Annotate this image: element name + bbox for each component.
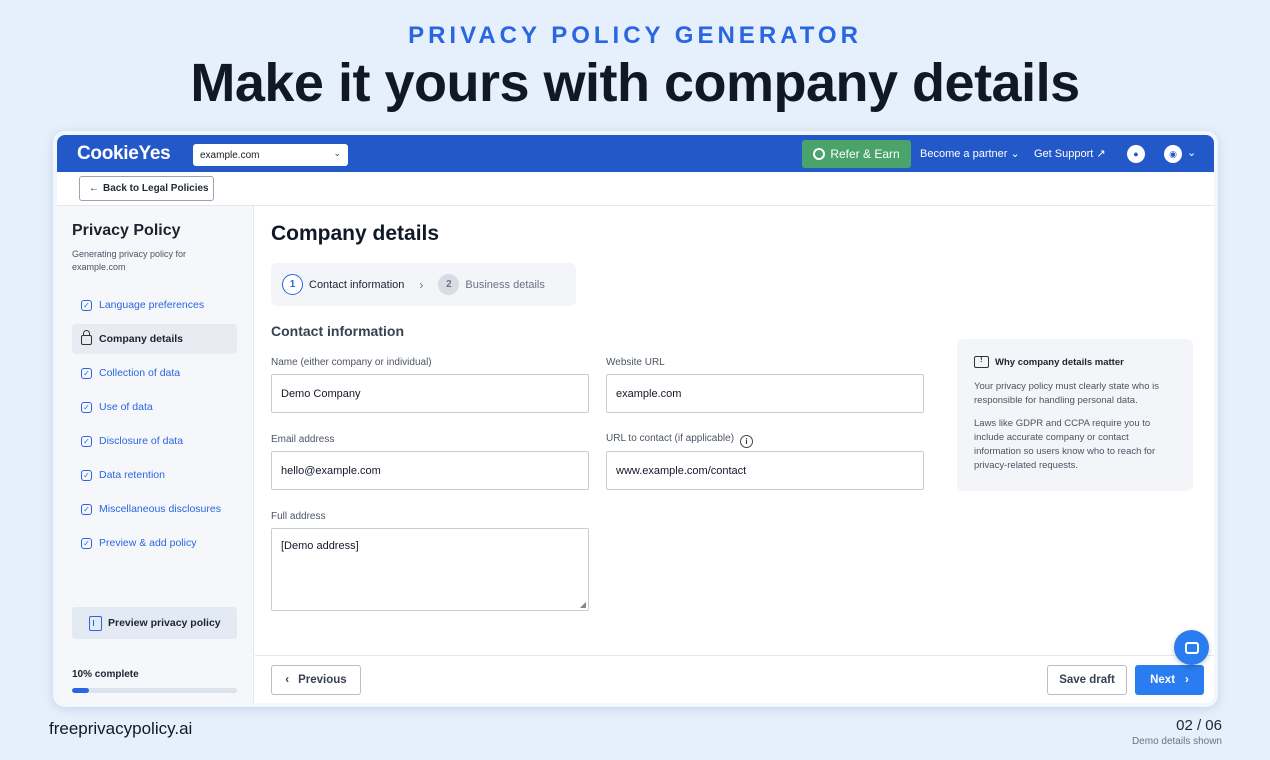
app-logo: CookieYes bbox=[77, 143, 171, 164]
check-icon: ✓ bbox=[81, 469, 92, 481]
sidebar-item-collection-of-data[interactable]: ✓ Collection of data bbox=[72, 358, 237, 388]
sidebar-item-use-of-data[interactable]: ✓ Use of data bbox=[72, 392, 237, 422]
sidebar-item-disclosure-of-data[interactable]: ✓ Disclosure of data bbox=[72, 426, 237, 456]
sidebar-item-label: Company details bbox=[99, 333, 184, 345]
email-field[interactable]: hello@example.com bbox=[271, 451, 589, 490]
preview-button-label: Preview privacy policy bbox=[108, 617, 221, 629]
site-select[interactable]: example.com ⌄ bbox=[193, 144, 348, 166]
address-value: [Demo address] bbox=[281, 540, 359, 552]
page-counter: 02 / 06 bbox=[1176, 717, 1222, 734]
page-title: Company details bbox=[271, 222, 440, 245]
sidebar-item-label: Disclosure of data bbox=[99, 435, 184, 447]
progress-label: 10% complete bbox=[72, 669, 139, 680]
sidebar-item-label: Use of data bbox=[99, 401, 153, 413]
address-textarea[interactable]: [Demo address] ◢ bbox=[271, 528, 589, 611]
chevron-down-icon[interactable]: ⌄ bbox=[1187, 146, 1196, 159]
arrow-left-icon: ← bbox=[89, 183, 99, 194]
previous-button-label: Previous bbox=[298, 674, 347, 686]
info-card-paragraph-2: Laws like GDPR and CCPA require you to i… bbox=[974, 418, 1156, 471]
check-icon: ✓ bbox=[81, 503, 92, 515]
sidebar-item-data-retention[interactable]: ✓ Data retention bbox=[72, 460, 237, 490]
back-button-label: Back to Legal Policies bbox=[103, 183, 209, 194]
back-to-legal-policies-button[interactable]: ← Back to Legal Policies bbox=[79, 176, 214, 201]
sidebar-title: Privacy Policy bbox=[72, 222, 181, 239]
chevron-down-icon: ⌄ bbox=[333, 148, 341, 158]
sidebar-item-label: Collection of data bbox=[99, 367, 181, 379]
chat-launcher-button[interactable] bbox=[1174, 630, 1209, 665]
step-label-contact-information[interactable]: Contact information bbox=[309, 279, 404, 291]
sidebar: Privacy Policy Generating privacy policy… bbox=[57, 206, 254, 703]
info-card-title: Why company details matter bbox=[995, 356, 1124, 368]
bell-icon[interactable]: ● bbox=[1127, 145, 1145, 163]
sidebar-item-label: Preview & add policy bbox=[99, 537, 197, 549]
contact-url-label: URL to contact (if applicable) i bbox=[606, 433, 754, 448]
chevron-right-icon: › bbox=[419, 277, 424, 292]
refer-earn-button[interactable]: Refer & Earn bbox=[802, 140, 911, 168]
chevron-left-icon: ‹ bbox=[285, 674, 290, 686]
demo-note: Demo details shown bbox=[1131, 736, 1222, 747]
sidebar-item-label: Data retention bbox=[99, 469, 165, 481]
avatar[interactable]: ◉ bbox=[1164, 145, 1182, 163]
gift-icon bbox=[813, 148, 826, 160]
slide-eyebrow: PRIVACY POLICY GENERATOR bbox=[408, 22, 862, 49]
form-footer: ‹ Previous Save draft Next › bbox=[255, 655, 1214, 703]
sidebar-subtitle: Generating privacy policy for example.co… bbox=[72, 249, 187, 272]
website-url-label: Website URL bbox=[606, 357, 665, 368]
sidebar-item-label: Miscellaneous disclosures bbox=[99, 503, 221, 515]
next-button[interactable]: Next › bbox=[1135, 665, 1204, 695]
name-field[interactable]: Demo Company bbox=[271, 374, 589, 413]
website-url-field[interactable]: example.com bbox=[606, 374, 924, 413]
slide-headline: Make it yours with company details bbox=[190, 53, 1080, 113]
step-indicator: 1 Contact information › 2 Business detai… bbox=[271, 263, 576, 306]
info-icon[interactable]: i bbox=[740, 435, 754, 448]
progress-bar bbox=[72, 688, 237, 693]
get-support-label: Get Support bbox=[1034, 148, 1094, 160]
name-field-label: Name (either company or individual) bbox=[271, 357, 432, 368]
external-link-icon: ↗ bbox=[1096, 148, 1106, 160]
check-icon: ✓ bbox=[81, 401, 92, 413]
refer-earn-label: Refer & Earn bbox=[830, 147, 900, 161]
chat-icon bbox=[1184, 641, 1199, 654]
check-icon: ✓ bbox=[81, 435, 92, 447]
lock-icon bbox=[81, 330, 92, 345]
message-alert-icon bbox=[974, 355, 989, 368]
top-navbar: CookieYes example.com ⌄ Refer & Earn Bec… bbox=[57, 135, 1214, 172]
info-card: Why company details matter Your privacy … bbox=[957, 339, 1193, 491]
address-field-label: Full address bbox=[271, 511, 326, 522]
previous-button[interactable]: ‹ Previous bbox=[271, 665, 361, 695]
main-content: Company details 1 Contact information › … bbox=[255, 206, 1214, 703]
sidebar-item-preview-add-policy[interactable]: ✓ Preview & add policy bbox=[72, 528, 237, 558]
document-icon bbox=[89, 615, 102, 631]
check-icon: ✓ bbox=[81, 367, 92, 379]
brand-footer: freeprivacypolicy.ai bbox=[49, 719, 193, 738]
site-select-value: example.com bbox=[200, 149, 260, 161]
contact-url-label-text: URL to contact (if applicable) bbox=[606, 433, 735, 444]
progress-bar-fill bbox=[72, 688, 89, 693]
contact-url-field[interactable]: www.example.com/contact bbox=[606, 451, 924, 490]
step-number-1: 1 bbox=[282, 274, 303, 295]
preview-privacy-policy-button[interactable]: Preview privacy policy bbox=[72, 607, 237, 639]
check-icon: ✓ bbox=[81, 537, 92, 549]
sidebar-item-company-details[interactable]: Company details bbox=[72, 324, 237, 354]
check-icon: ✓ bbox=[81, 299, 92, 311]
get-support-link[interactable]: Get Support ↗ bbox=[1034, 147, 1106, 160]
next-button-label: Next bbox=[1150, 674, 1176, 686]
resize-handle-icon[interactable]: ◢ bbox=[580, 600, 586, 609]
step-number-2: 2 bbox=[438, 274, 460, 295]
chevron-right-icon: › bbox=[1185, 674, 1189, 686]
app-window: CookieYes example.com ⌄ Refer & Earn Bec… bbox=[53, 131, 1218, 707]
chevron-down-icon: ⌄ bbox=[1010, 148, 1020, 160]
section-title: Contact information bbox=[271, 323, 404, 339]
info-card-header: Why company details matter bbox=[974, 355, 1177, 368]
sidebar-item-language-preferences[interactable]: ✓ Language preferences bbox=[72, 290, 237, 320]
info-card-paragraph-1: Your privacy policy must clearly state w… bbox=[974, 381, 1159, 406]
email-field-label: Email address bbox=[271, 434, 335, 445]
save-draft-button[interactable]: Save draft bbox=[1047, 665, 1127, 695]
sidebar-item-miscellaneous-disclosures[interactable]: ✓ Miscellaneous disclosures bbox=[72, 494, 237, 524]
become-partner-label: Become a partner bbox=[920, 148, 1008, 160]
step-label-business-details[interactable]: Business details bbox=[465, 279, 545, 291]
become-partner-link[interactable]: Become a partner ⌄ bbox=[920, 147, 1020, 160]
sidebar-item-label: Language preferences bbox=[99, 299, 205, 311]
sub-toolbar: ← Back to Legal Policies bbox=[57, 172, 1214, 206]
